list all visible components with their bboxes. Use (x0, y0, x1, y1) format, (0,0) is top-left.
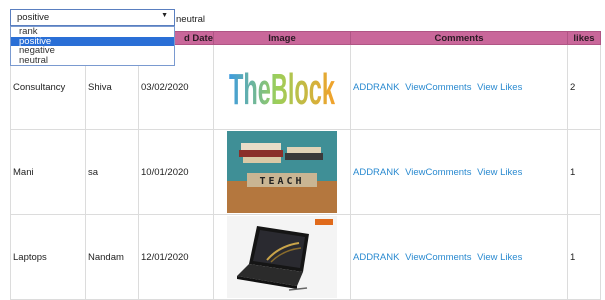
cell-comments: ADDRANK ViewComments View Likes (350, 44, 568, 130)
view-likes-link[interactable]: View Likes (477, 252, 522, 263)
cell-likes: 2 (567, 44, 601, 130)
view-likes-link[interactable]: View Likes (477, 167, 522, 178)
cell-date: 12/01/2020 (138, 214, 214, 300)
sentiment-select[interactable]: positive ▼ (10, 9, 175, 26)
corner-badge-icon (315, 219, 333, 225)
laptop-image (227, 216, 337, 298)
sentiment-options-list: rank positive negative neutral (10, 26, 175, 66)
view-comments-link[interactable]: ViewComments (405, 252, 471, 263)
cell-likes: 1 (567, 214, 601, 300)
cell-user: sa (85, 129, 139, 215)
cell-comments: ADDRANK ViewComments View Likes (350, 129, 568, 215)
table-row: Laptops Nandam 12/01/2020 ADDRANK ViewCo… (10, 214, 601, 300)
theblock-logo-image: TheBlock (227, 46, 337, 128)
dropdown-arrow-icon: ▼ (161, 12, 168, 19)
addrank-link[interactable]: ADDRANK (353, 252, 399, 263)
col-header-comments: Comments (350, 31, 568, 45)
teach-text: TEACH (259, 176, 304, 187)
sentiment-select-value: positive (17, 12, 50, 23)
filter-label: neutral (176, 14, 206, 25)
view-comments-link[interactable]: ViewComments (405, 82, 471, 93)
view-likes-link[interactable]: View Likes (477, 82, 522, 93)
cell-likes: 1 (567, 129, 601, 215)
cell-image: TEACH (213, 129, 351, 215)
cell-date: 10/01/2020 (138, 129, 214, 215)
theblock-logo-text: TheBlock (229, 65, 335, 114)
cell-name: Laptops (10, 214, 86, 300)
addrank-link[interactable]: ADDRANK (353, 82, 399, 93)
cell-name: Mani (10, 129, 86, 215)
cell-user: Nandam (85, 214, 139, 300)
teach-blocks-image: TEACH (227, 131, 337, 213)
cell-comments: ADDRANK ViewComments View Likes (350, 214, 568, 300)
cell-image: TheBlock (213, 44, 351, 130)
view-comments-link[interactable]: ViewComments (405, 167, 471, 178)
col-header-image: Image (213, 31, 351, 45)
option-neutral[interactable]: neutral (11, 55, 174, 66)
col-header-likes: likes (567, 31, 601, 45)
table-row: Mani sa 10/01/2020 TEACH ADDRANK ViewCom… (10, 129, 601, 215)
cell-image (213, 214, 351, 300)
addrank-link[interactable]: ADDRANK (353, 167, 399, 178)
posts-table: d Date Image Comments likes Consultancy … (10, 31, 601, 300)
